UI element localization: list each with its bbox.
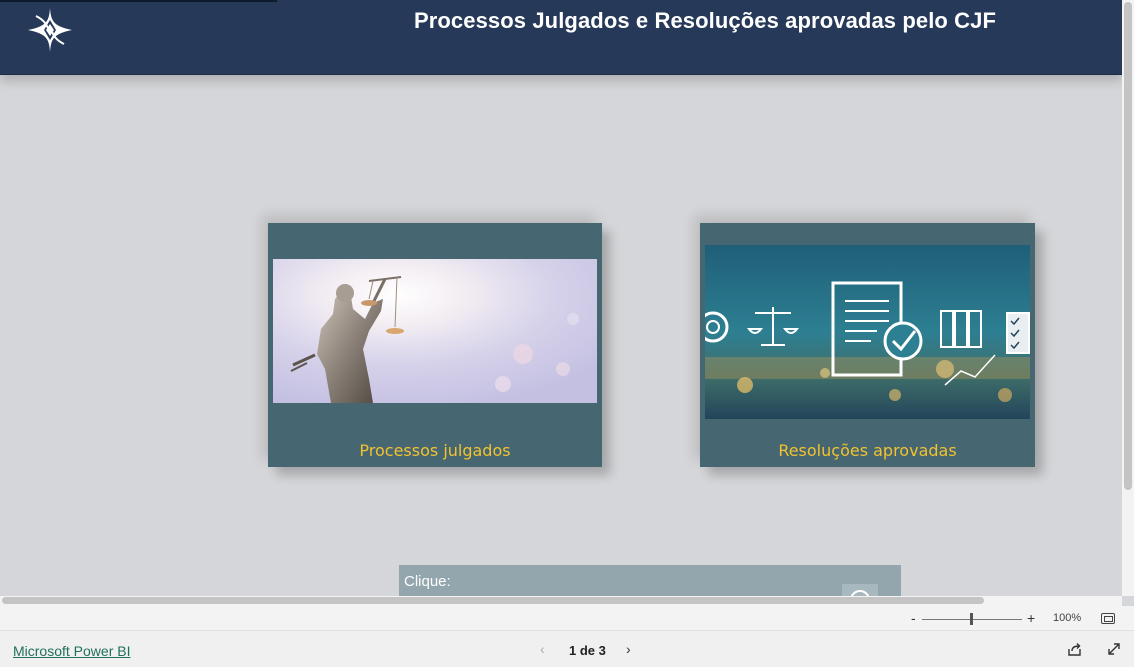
- card-resolucoes-aprovadas[interactable]: Resoluções aprovadas: [700, 223, 1035, 467]
- page-indicator: 1 de 3: [569, 643, 606, 658]
- magnifier-icon[interactable]: [842, 584, 878, 596]
- page-title: Processos Julgados e Resoluções aprovada…: [413, 8, 997, 33]
- fit-to-page-icon[interactable]: [1101, 613, 1115, 624]
- report-canvas: Processos Julgados e Resoluções aprovada…: [0, 0, 1122, 596]
- zoom-bar: - + 100%: [0, 606, 1134, 631]
- footer-bar: Microsoft Power BI ‹ 1 de 3 ›: [0, 631, 1134, 667]
- card-label-resolucoes: Resoluções aprovadas: [778, 441, 957, 460]
- click-panel: Clique:: [399, 565, 901, 596]
- fullscreen-icon[interactable]: [1107, 642, 1121, 656]
- zoom-out-button[interactable]: -: [911, 610, 916, 626]
- vertical-scrollbar-thumb[interactable]: [1124, 2, 1132, 490]
- lady-justice-image: [273, 259, 597, 403]
- vertical-scrollbar[interactable]: [1122, 0, 1134, 596]
- horizontal-scrollbar-thumb[interactable]: [2, 597, 984, 604]
- cjf-star-logo-icon: [28, 8, 72, 52]
- share-icon[interactable]: [1067, 642, 1082, 657]
- zoom-slider-thumb[interactable]: [970, 613, 973, 625]
- digital-law-image: [705, 245, 1030, 419]
- previous-page-button[interactable]: ‹: [540, 641, 545, 657]
- card-processos-julgados[interactable]: Processos julgados: [268, 223, 602, 467]
- zoom-in-button[interactable]: +: [1027, 610, 1035, 626]
- card-label-processos: Processos julgados: [359, 441, 511, 460]
- power-bi-link[interactable]: Microsoft Power BI: [13, 643, 130, 659]
- zoom-level: 100%: [1053, 612, 1082, 624]
- header-accent-line: [0, 0, 277, 2]
- click-label: Clique:: [404, 573, 451, 590]
- next-page-button[interactable]: ›: [626, 641, 631, 657]
- report-header: Processos Julgados e Resoluções aprovada…: [0, 0, 1122, 75]
- horizontal-scrollbar[interactable]: [0, 596, 1122, 606]
